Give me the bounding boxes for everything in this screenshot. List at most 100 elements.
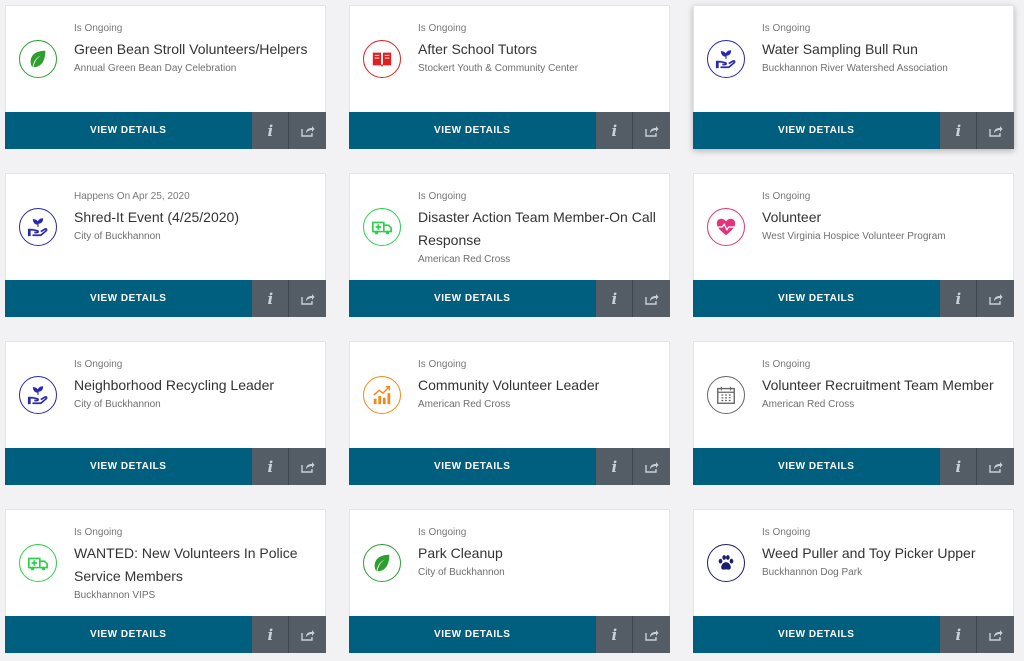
share-icon[interactable]: [976, 280, 1014, 317]
share-icon[interactable]: [632, 280, 670, 317]
view-details-button[interactable]: VIEW DETAILS: [693, 112, 940, 149]
card-title[interactable]: Weed Puller and Toy Picker Upper: [762, 545, 975, 561]
heart-pulse-icon: [707, 208, 745, 246]
opportunity-card[interactable]: Is Ongoing Weed Puller and Toy Picker Up…: [693, 509, 1014, 653]
paw-icon: [707, 544, 745, 582]
card-title[interactable]: Shred-It Event (4/25/2020): [74, 209, 239, 225]
share-icon[interactable]: [976, 448, 1014, 485]
opportunity-grid: Is Ongoing Green Bean Stroll Volunteers/…: [0, 0, 1024, 661]
info-icon[interactable]: i: [251, 616, 289, 653]
info-icon[interactable]: i: [595, 280, 633, 317]
card-status: Is Ongoing: [762, 23, 811, 34]
view-details-button[interactable]: VIEW DETAILS: [5, 616, 252, 653]
ambulance-icon: [363, 208, 401, 246]
opportunity-card[interactable]: Is Ongoing Green Bean Stroll Volunteers/…: [5, 5, 326, 149]
card-organization: Buckhannon River Watershed Association: [762, 63, 948, 74]
leaf-icon: [363, 544, 401, 582]
card-title[interactable]: Volunteer: [762, 209, 821, 225]
card-title[interactable]: Disaster Action Team Member-On Call Resp…: [418, 209, 656, 248]
view-details-button[interactable]: VIEW DETAILS: [693, 448, 940, 485]
card-title[interactable]: Community Volunteer Leader: [418, 377, 599, 393]
card-organization: City of Buckhannon: [74, 231, 161, 242]
share-icon[interactable]: [288, 616, 326, 653]
card-organization: American Red Cross: [418, 399, 511, 410]
calendar-icon: [707, 376, 745, 414]
info-icon[interactable]: i: [595, 448, 633, 485]
view-details-button[interactable]: VIEW DETAILS: [5, 112, 252, 149]
share-icon[interactable]: [976, 616, 1014, 653]
info-icon[interactable]: i: [251, 448, 289, 485]
card-status: Is Ongoing: [762, 527, 811, 538]
opportunity-card[interactable]: Is Ongoing WANTED: New Volunteers In Pol…: [5, 509, 326, 653]
card-footer: VIEW DETAILS i: [349, 112, 670, 149]
card-footer: VIEW DETAILS i: [693, 280, 1014, 317]
card-status: Is Ongoing: [74, 23, 123, 34]
view-details-button[interactable]: VIEW DETAILS: [693, 616, 940, 653]
card-organization: City of Buckhannon: [74, 399, 161, 410]
card-organization: Buckhannon Dog Park: [762, 567, 863, 578]
card-title[interactable]: Water Sampling Bull Run: [762, 41, 918, 57]
card-footer: VIEW DETAILS i: [5, 616, 326, 653]
share-icon[interactable]: [976, 112, 1014, 149]
card-organization: Stockert Youth & Community Center: [418, 63, 579, 74]
share-icon[interactable]: [632, 112, 670, 149]
info-icon[interactable]: i: [595, 112, 633, 149]
info-icon[interactable]: i: [251, 280, 289, 317]
card-title[interactable]: After School Tutors: [418, 41, 537, 57]
card-title[interactable]: Green Bean Stroll Volunteers/Helpers: [74, 41, 307, 57]
opportunity-card[interactable]: Is Ongoing Volunteer Recruitment Team Me…: [693, 341, 1014, 485]
view-details-button[interactable]: VIEW DETAILS: [349, 616, 596, 653]
card-status: Is Ongoing: [418, 527, 467, 538]
opportunity-card[interactable]: Is Ongoing Water Sampling Bull Run Buckh…: [693, 5, 1014, 149]
card-footer: VIEW DETAILS i: [693, 448, 1014, 485]
card-organization: City of Buckhannon: [418, 567, 505, 578]
view-details-button[interactable]: VIEW DETAILS: [349, 112, 596, 149]
opportunity-card[interactable]: Is Ongoing After School Tutors Stockert …: [349, 5, 670, 149]
view-details-button[interactable]: VIEW DETAILS: [693, 280, 940, 317]
card-organization: American Red Cross: [418, 254, 511, 265]
share-icon[interactable]: [288, 448, 326, 485]
card-title[interactable]: Neighborhood Recycling Leader: [74, 377, 274, 393]
info-icon[interactable]: i: [939, 280, 977, 317]
chart-growth-icon: [363, 376, 401, 414]
share-icon[interactable]: [632, 616, 670, 653]
info-icon[interactable]: i: [939, 448, 977, 485]
card-title[interactable]: Park Cleanup: [418, 545, 503, 561]
card-status: Is Ongoing: [74, 359, 123, 370]
view-details-button[interactable]: VIEW DETAILS: [349, 280, 596, 317]
opportunity-card[interactable]: Happens On Apr 25, 2020 Shred-It Event (…: [5, 173, 326, 317]
card-footer: VIEW DETAILS i: [349, 280, 670, 317]
info-icon[interactable]: i: [595, 616, 633, 653]
leaf-icon: [19, 40, 57, 78]
info-icon[interactable]: i: [251, 112, 289, 149]
card-title[interactable]: WANTED: New Volunteers In Police Service…: [74, 545, 298, 584]
card-status: Is Ongoing: [418, 191, 467, 202]
share-icon[interactable]: [288, 112, 326, 149]
opportunity-card[interactable]: Is Ongoing Community Volunteer Leader Am…: [349, 341, 670, 485]
info-icon[interactable]: i: [939, 616, 977, 653]
info-icon[interactable]: i: [939, 112, 977, 149]
ambulance-icon: [19, 544, 57, 582]
card-footer: VIEW DETAILS i: [693, 112, 1014, 149]
card-status: Is Ongoing: [762, 359, 811, 370]
view-details-button[interactable]: VIEW DETAILS: [349, 448, 596, 485]
card-organization: Buckhannon VIPS: [74, 590, 156, 601]
hand-plant-icon: [19, 208, 57, 246]
card-status: Is Ongoing: [74, 527, 123, 538]
card-title[interactable]: Volunteer Recruitment Team Member: [762, 377, 994, 393]
card-footer: VIEW DETAILS i: [349, 448, 670, 485]
opportunity-card[interactable]: Is Ongoing Park Cleanup City of Buckhann…: [349, 509, 670, 653]
hand-plant-icon: [707, 40, 745, 78]
share-icon[interactable]: [288, 280, 326, 317]
opportunity-card[interactable]: Is Ongoing Neighborhood Recycling Leader…: [5, 341, 326, 485]
opportunity-card[interactable]: Is Ongoing Volunteer West Virginia Hospi…: [693, 173, 1014, 317]
view-details-button[interactable]: VIEW DETAILS: [5, 448, 252, 485]
card-status: Is Ongoing: [418, 359, 467, 370]
card-status: Is Ongoing: [418, 23, 467, 34]
card-footer: VIEW DETAILS i: [349, 616, 670, 653]
card-footer: VIEW DETAILS i: [5, 112, 326, 149]
card-organization: Annual Green Bean Day Celebration: [74, 63, 237, 74]
share-icon[interactable]: [632, 448, 670, 485]
opportunity-card[interactable]: Is Ongoing Disaster Action Team Member-O…: [349, 173, 670, 317]
view-details-button[interactable]: VIEW DETAILS: [5, 280, 252, 317]
